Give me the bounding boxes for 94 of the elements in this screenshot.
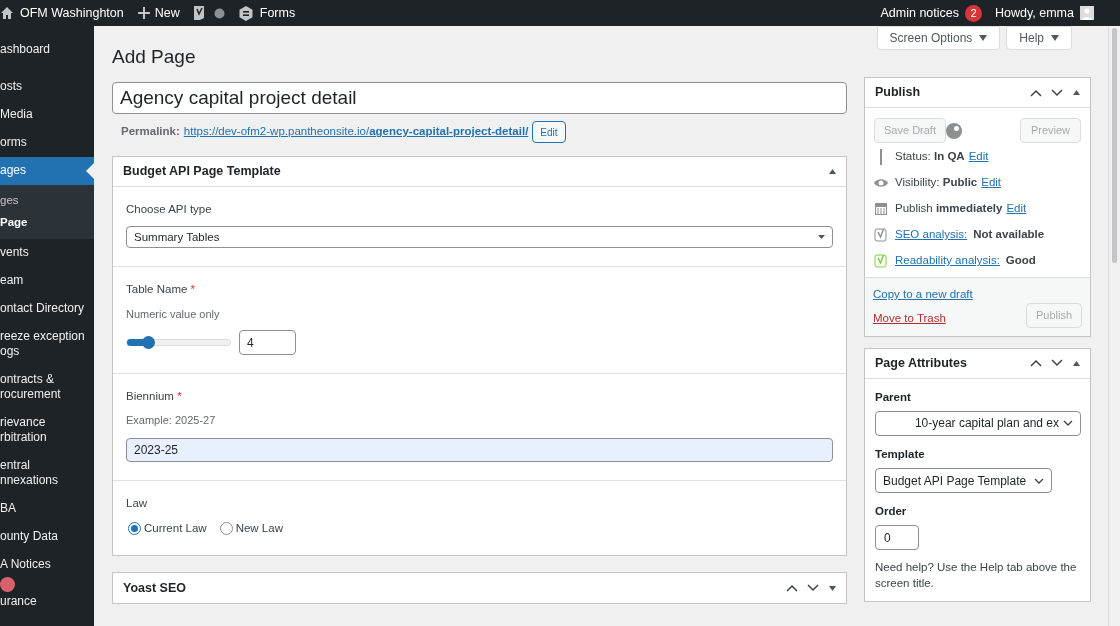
sidebar-item[interactable]: eam (0, 267, 86, 295)
field-hint: Example: 2025-27 (126, 413, 217, 429)
chevron-down-icon (807, 584, 819, 593)
sidebar-item[interactable]: orms (0, 129, 86, 157)
calendar-icon (873, 201, 889, 217)
field-label: Choose API type (126, 203, 212, 215)
yoast-icon (873, 253, 889, 269)
publish-info: Not available (973, 227, 1045, 243)
yoast-icon (191, 5, 206, 21)
box-title: Yoast SEO (123, 579, 187, 597)
sidebar-item[interactable]: ashboard (0, 36, 86, 64)
toggle-triangle-icon (829, 585, 836, 591)
toggle-triangle-icon (829, 169, 836, 174)
required-mark: * (190, 283, 196, 296)
publish-info: Good (1005, 253, 1036, 269)
chevron-up-icon (1030, 359, 1042, 367)
toggle-triangle-icon (1073, 360, 1080, 366)
title-field[interactable]: Agency capital project detail (112, 82, 847, 114)
trash-link[interactable]: Move to Trash (873, 310, 946, 328)
sidebar-item[interactable]: entral nnexations (0, 452, 86, 495)
site-name[interactable]: OFM Washinghton (20, 3, 124, 23)
number-field[interactable]: 4 (239, 330, 296, 355)
parent-dropdown[interactable]: 10-year capital plan and ex (875, 410, 1081, 436)
field-label: Table Name (126, 283, 188, 296)
chevron-up-icon (786, 584, 798, 593)
admin-notices-link[interactable]: Admin notices (880, 3, 960, 23)
publish-link[interactable]: Readability analysis: (895, 252, 1000, 270)
home-icon (0, 6, 14, 20)
field-hint: Numeric value only (126, 306, 221, 322)
plus-icon (137, 7, 150, 19)
template-dropdown[interactable]: Budget API Page Template (875, 468, 1052, 493)
chevron-down-icon (1063, 420, 1073, 427)
sidebar-item[interactable]: ontact Directory (0, 295, 86, 323)
chevron-down-icon (1051, 359, 1063, 367)
biennium-field[interactable]: 2023-25 (126, 437, 833, 462)
chevron-down-icon (1051, 88, 1063, 97)
box-title: Budget API Page Template (123, 163, 282, 181)
publish-info: Status: In QA (895, 149, 965, 165)
sidebar-item[interactable]: BA (0, 495, 86, 523)
api-type-dropdown[interactable]: Summary Tables (126, 226, 833, 249)
toggle-triangle-icon (1073, 90, 1080, 95)
radio-label[interactable]: New Law (235, 520, 283, 538)
sidebar-item[interactable]: vents (0, 239, 86, 267)
permalink-label: Permalink: (121, 124, 180, 140)
publish-link[interactable]: Edit (968, 148, 989, 166)
help-text: Need help? Use the Help tab above the screen title. (875, 560, 1078, 592)
help-tab[interactable]: Help (1006, 26, 1072, 50)
publish-link[interactable]: Edit (981, 174, 1002, 192)
user-greeting[interactable]: Howdy, emma (995, 3, 1074, 23)
page-heading: Add Page (112, 45, 197, 69)
box-title: Page Attributes (875, 354, 968, 372)
sidebar-item[interactable]: A Notices (0, 551, 86, 579)
caret-icon (818, 235, 825, 240)
publish-info: Visibility: Public (895, 175, 978, 191)
chevron-down-icon (1034, 477, 1044, 484)
sidebar-item[interactable]: osts (0, 73, 86, 101)
yoast-icon (873, 227, 889, 243)
copy-draft-link[interactable]: Copy to a new draft (873, 286, 973, 304)
chevron-up-icon (1030, 88, 1042, 97)
field-label: Order (875, 504, 908, 519)
field-label: Parent (875, 389, 912, 405)
submenu-item[interactable]: Page (0, 215, 94, 230)
scrollbar-thumb[interactable] (1112, 28, 1117, 263)
required-mark: * (177, 390, 182, 402)
sidebar-item[interactable]: reeze exception ogs (0, 323, 86, 366)
menu-pointer-icon (86, 163, 94, 179)
field-label: Biennium (126, 390, 174, 402)
forms-menu[interactable]: Forms (259, 3, 881, 23)
notice-count-badge: 2 (965, 4, 983, 22)
spinner-icon (945, 122, 962, 139)
order-field[interactable]: 0 (875, 525, 919, 551)
field-label: Law (126, 496, 148, 509)
field-label: Template (875, 446, 926, 462)
permalink-link[interactable]: https://dev-ofm2-wp.pantheonsite.io/agency-capital-project-detail/ (183, 123, 529, 141)
publish-link[interactable]: SEO analysis: (895, 226, 968, 244)
box-title: Publish (875, 84, 922, 102)
caret-icon (979, 35, 988, 41)
caret-icon (1051, 35, 1059, 41)
sidebar-item[interactable]: ounty Data (0, 523, 86, 551)
submenu-item[interactable]: ges (0, 193, 94, 208)
slider-thumb[interactable] (141, 336, 155, 349)
publish-link[interactable]: Edit (1006, 200, 1027, 218)
new-menu[interactable]: New (154, 3, 180, 23)
sidebar-item[interactable]: Media (0, 101, 86, 129)
sidebar-item[interactable]: urance (0, 588, 86, 616)
sidebar-item[interactable]: ontracts & rocurement (0, 366, 86, 409)
sidebar-item[interactable]: rievance rbitration (0, 409, 86, 452)
publish-info: Publish immediately (895, 201, 1003, 217)
status-dot-icon (213, 7, 225, 19)
radio-label[interactable]: Current Law (144, 520, 207, 538)
screen-options-tab[interactable]: Screen Options (876, 26, 1001, 50)
avatar-icon (1080, 6, 1094, 20)
permalink-edit-button[interactable]: Edit (532, 121, 566, 143)
forms-icon (238, 5, 253, 21)
